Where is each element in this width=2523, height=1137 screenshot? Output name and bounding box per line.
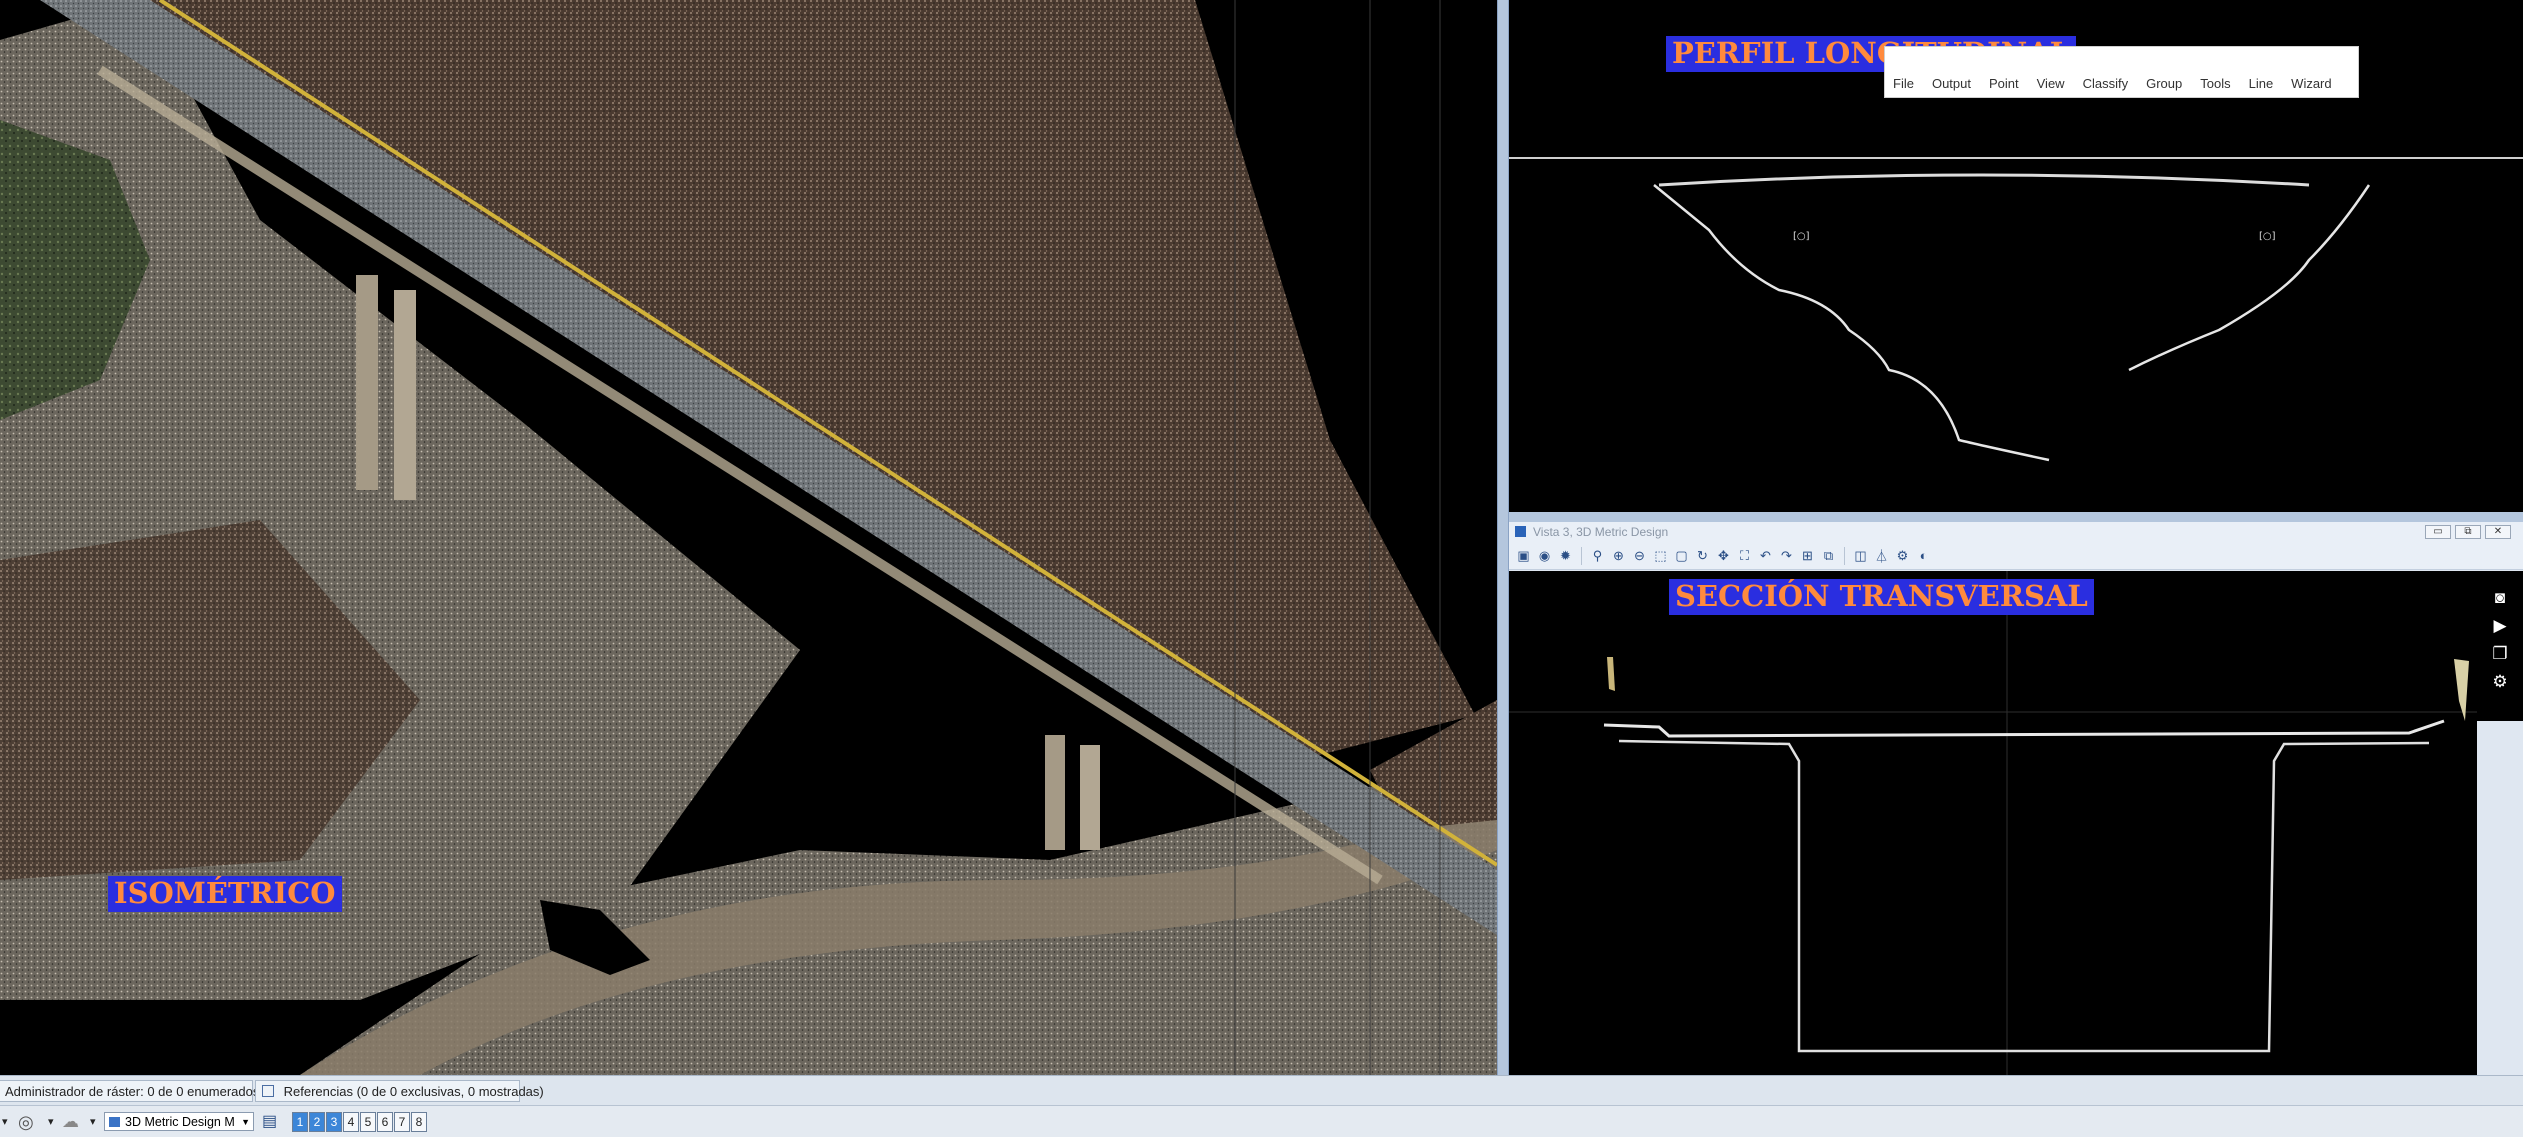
point-cloud-scene: [0, 0, 1497, 1075]
design-model-select[interactable]: 3D Metric Design M ▼: [104, 1112, 254, 1131]
restore-button[interactable]: ⧉: [2455, 525, 2481, 539]
menu-file[interactable]: File: [1893, 76, 1914, 91]
filter-icon[interactable]: ⏃: [1873, 547, 1890, 564]
references-icon: [262, 1085, 274, 1097]
view-toggle-6[interactable]: 6: [377, 1112, 393, 1132]
menu-view[interactable]: View: [2037, 76, 2065, 91]
isometric-label: ISOMÉTRICO: [108, 876, 342, 912]
layers-icon[interactable]: ❐: [2489, 643, 2511, 665]
pier-2a: [1045, 735, 1065, 850]
view-toggle-2[interactable]: 2: [309, 1112, 325, 1132]
dropdown-arrow-icon[interactable]: ▾: [48, 1112, 54, 1132]
redo-view-icon[interactable]: ↷: [1778, 547, 1795, 564]
section-viewport[interactable]: SECCIÓN TRANSVERSAL: [1509, 571, 2477, 1075]
menu-tools[interactable]: Tools: [2200, 76, 2230, 91]
horizontal-splitter[interactable]: [1509, 512, 2523, 522]
cross-section-drawing: [1509, 571, 2477, 1075]
view-toggle-3[interactable]: 3: [326, 1112, 342, 1132]
pan-icon[interactable]: ✥: [1715, 547, 1732, 564]
references-tab[interactable]: Referencias (0 de 0 exclusivas, 0 mostra…: [255, 1080, 544, 1102]
camera-icon[interactable]: ◙: [2489, 587, 2511, 609]
pier-1a: [356, 275, 378, 490]
globe-icon[interactable]: ◎: [18, 1112, 34, 1132]
menu-wizard[interactable]: Wizard: [2291, 76, 2331, 91]
toolbar-separator: [1844, 546, 1845, 565]
model-icon: [109, 1117, 120, 1127]
raster-manager-tab[interactable]: Administrador de ráster: 0 de 0 enumerad…: [0, 1080, 259, 1102]
view-window-icon: [1515, 526, 1526, 537]
video-icon[interactable]: ▶: [2489, 615, 2511, 637]
walk-icon[interactable]: ⛶: [1736, 547, 1753, 564]
chevron-down-icon: ▼: [241, 1117, 250, 1127]
menu-group[interactable]: Group: [2146, 76, 2182, 91]
view-toggle-5[interactable]: 5: [360, 1112, 376, 1132]
menu-point[interactable]: Point: [1989, 76, 2019, 91]
view-number-toggles: 12345678: [292, 1112, 428, 1132]
view3-title: Vista 3, 3D Metric Design: [1533, 525, 1669, 539]
zoom-in-icon[interactable]: ⊕: [1610, 547, 1627, 564]
dropdown-arrow-icon[interactable]: ▾: [2, 1112, 8, 1132]
menu-classify[interactable]: Classify: [2083, 76, 2129, 91]
status-bar: Administrador de ráster: 0 de 0 enumerad…: [0, 1075, 2523, 1106]
view-toggle-4[interactable]: 4: [343, 1112, 359, 1132]
section-label: SECCIÓN TRANSVERSAL: [1669, 579, 2094, 615]
display-style-icon[interactable]: ◐: [1915, 547, 1932, 564]
undo-view-icon[interactable]: ↶: [1757, 547, 1774, 564]
pier-2b: [1080, 745, 1100, 850]
cloud-icon[interactable]: ☁: [62, 1112, 79, 1132]
gear-icon[interactable]: ⚙: [2489, 671, 2511, 693]
view3-window: Vista 3, 3D Metric Design ▭ ⧉ ✕ ▣ ◉ ✹ ⚲ …: [1509, 522, 2523, 1075]
view-toggle-8[interactable]: 8: [411, 1112, 427, 1132]
pier-1b: [394, 290, 416, 500]
svg-text:[○]: [○]: [1793, 231, 1810, 242]
clip-volume-icon[interactable]: ◫: [1852, 547, 1869, 564]
settings-icon[interactable]: ✹: [1557, 547, 1574, 564]
rotate-icon[interactable]: ↻: [1694, 547, 1711, 564]
isometric-viewport[interactable]: ISOMÉTRICO: [0, 0, 1497, 1075]
window-area-icon[interactable]: ▢: [1673, 547, 1690, 564]
design-model-value: 3D Metric Design M: [125, 1115, 235, 1129]
point-tools-menu: File Output Point View Classify Group To…: [1884, 46, 2359, 98]
profile-viewport[interactable]: [○] [○] PERFIL LONGITUDINAL File Output …: [1509, 0, 2523, 512]
bottom-bar: ▾ ◎ ▾ ☁ ▾ 3D Metric Design M ▼ ▤ 1234567…: [0, 1105, 2523, 1137]
minimize-button[interactable]: ▭: [2425, 525, 2451, 539]
view-groups-icon[interactable]: ▤: [262, 1112, 277, 1132]
view-tools-strip: ◙ ▶ ❐ ⚙: [2477, 571, 2523, 721]
measure-icon[interactable]: ⚲: [1589, 547, 1606, 564]
copy-view-icon[interactable]: ⧉: [1820, 547, 1837, 564]
level-icon[interactable]: ⚙: [1894, 547, 1911, 564]
references-status: Referencias (0 de 0 exclusivas, 0 mostra…: [283, 1084, 544, 1099]
view3-toolbar: ▣ ◉ ✹ ⚲ ⊕ ⊖ ⬚ ▢ ↻ ✥ ⛶ ↶ ↷ ⊞ ⧉ ◫ ⏃ ⚙ ◐: [1509, 542, 2523, 570]
render-icon[interactable]: ◉: [1536, 547, 1553, 564]
zoom-out-icon[interactable]: ⊖: [1631, 547, 1648, 564]
menu-output[interactable]: Output: [1932, 76, 1971, 91]
view-toggle-1[interactable]: 1: [292, 1112, 308, 1132]
view-attributes-icon[interactable]: ▣: [1515, 547, 1532, 564]
view3-titlebar[interactable]: Vista 3, 3D Metric Design ▭ ⧉ ✕: [1509, 522, 2523, 543]
view-toggle-7[interactable]: 7: [394, 1112, 410, 1132]
fit-view-icon[interactable]: ⬚: [1652, 547, 1669, 564]
raster-manager-status: Administrador de ráster: 0 de 0 enumerad…: [5, 1084, 260, 1099]
svg-text:[○]: [○]: [2259, 231, 2276, 242]
toggle-view-icon[interactable]: ⊞: [1799, 547, 1816, 564]
menu-line[interactable]: Line: [2249, 76, 2274, 91]
dropdown-arrow-icon[interactable]: ▾: [90, 1112, 96, 1132]
vertical-splitter[interactable]: [1497, 0, 1509, 1075]
toolbar-separator: [1581, 546, 1582, 565]
close-button[interactable]: ✕: [2485, 525, 2511, 539]
